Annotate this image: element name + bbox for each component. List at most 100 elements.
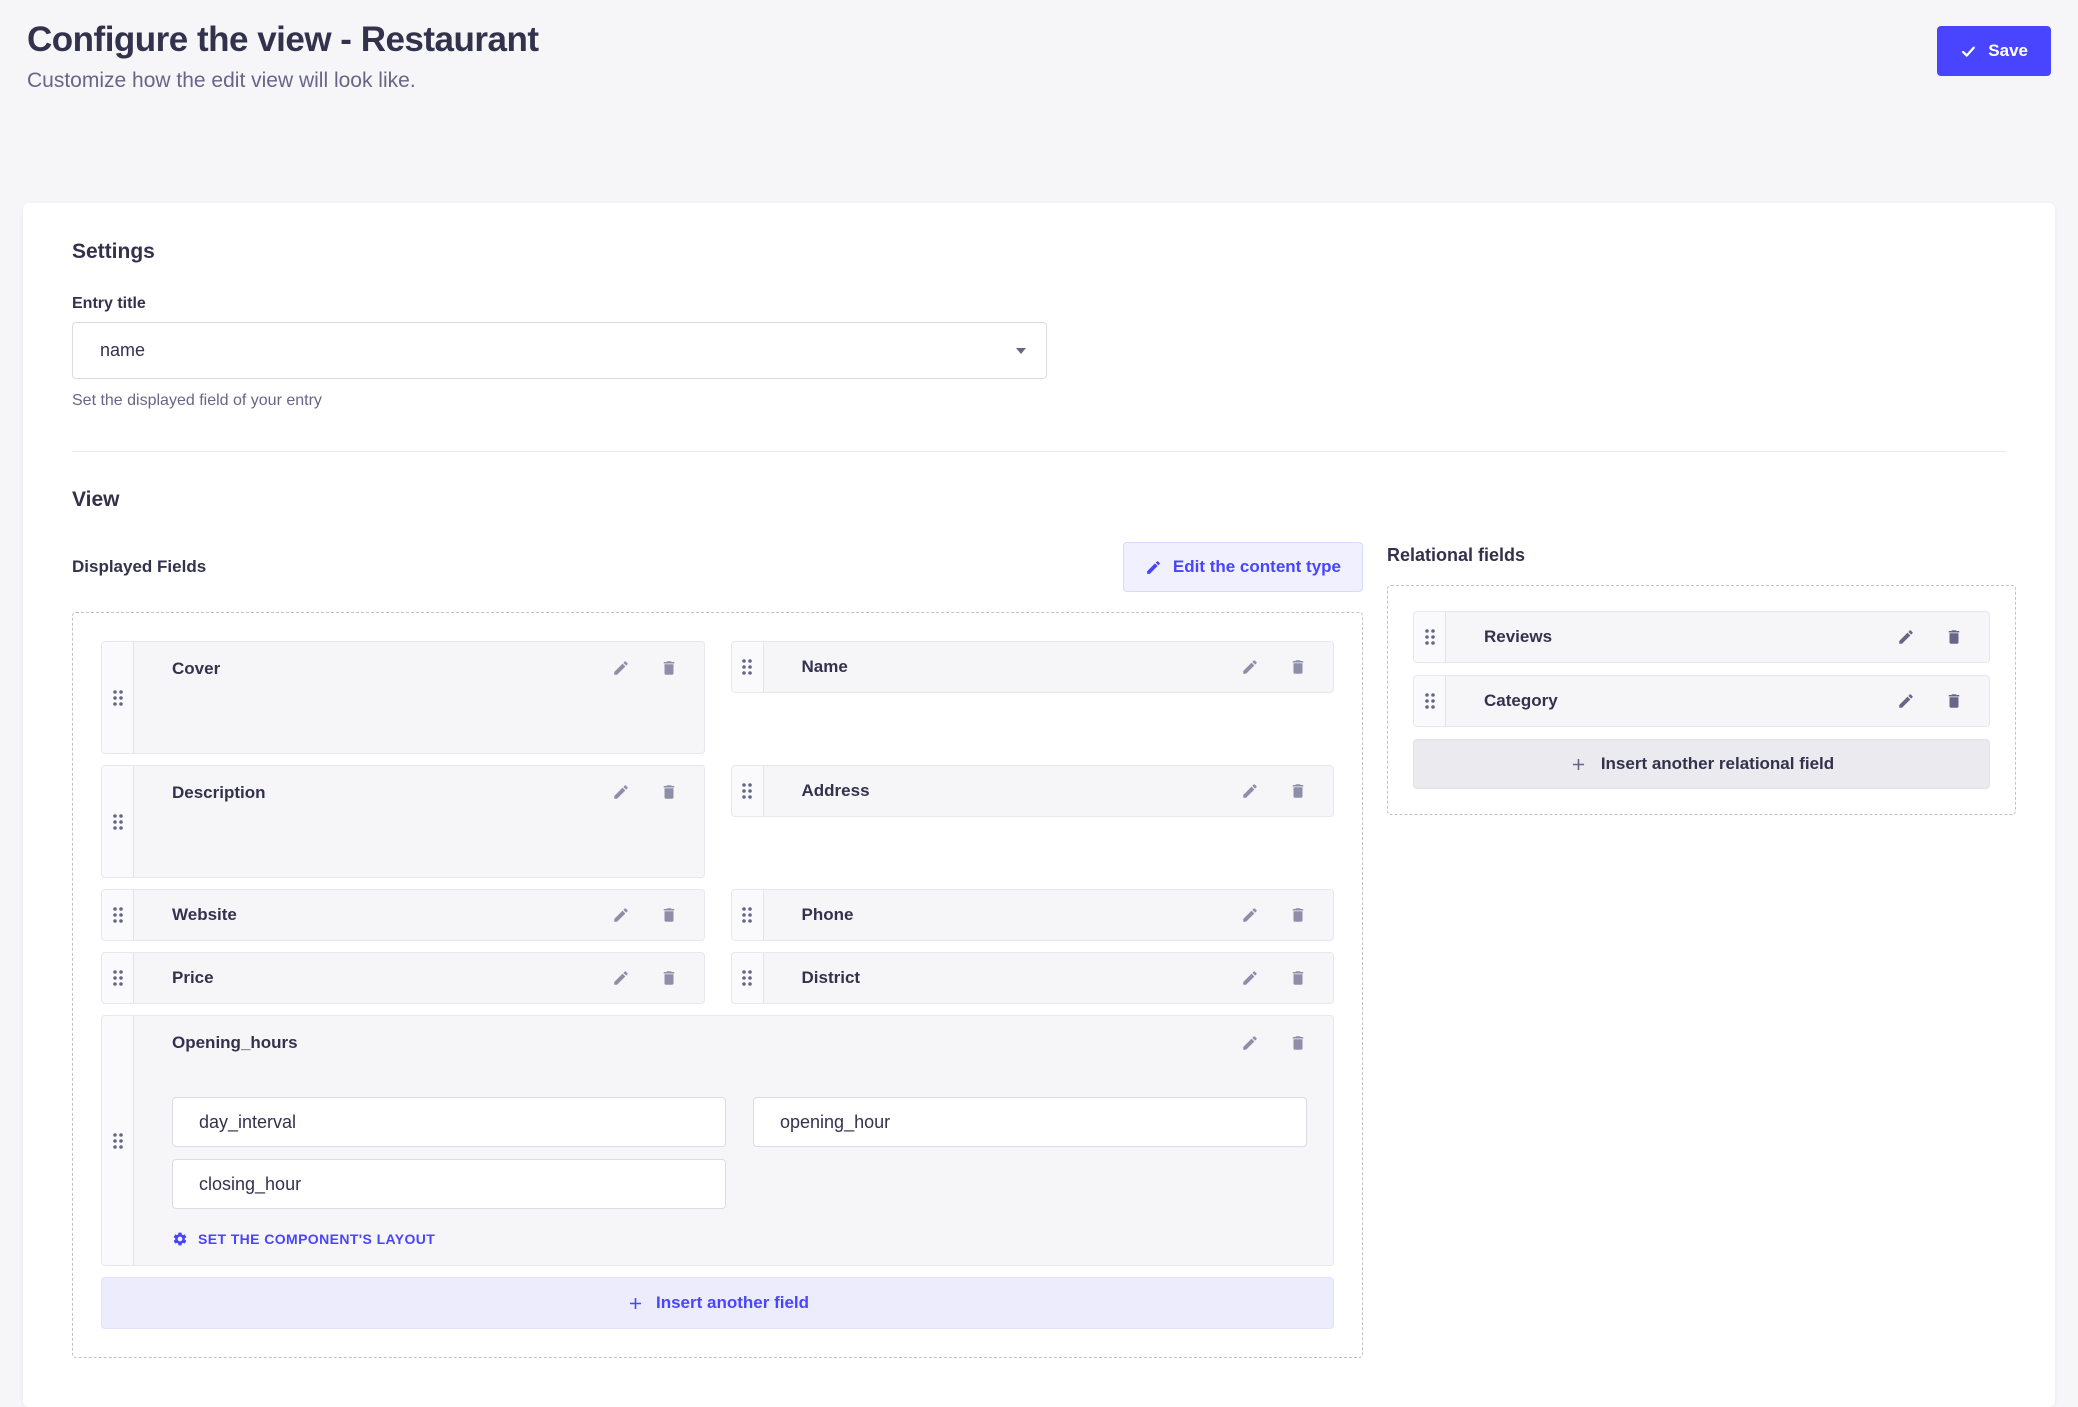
drag-dots-icon xyxy=(111,812,125,832)
view-columns: Displayed Fields Edit the content type xyxy=(72,542,2006,1358)
pencil-icon xyxy=(1241,658,1259,676)
drag-dots-icon xyxy=(1423,691,1437,711)
component-field-closing-hour[interactable]: closing_hour xyxy=(172,1159,726,1209)
drag-handle[interactable] xyxy=(102,890,134,940)
drag-handle[interactable] xyxy=(732,766,764,816)
edit-content-type-label: Edit the content type xyxy=(1173,557,1341,577)
page-title: Configure the view - Restaurant xyxy=(27,20,539,60)
trash-icon xyxy=(1289,658,1307,676)
edit-field-button[interactable] xyxy=(1241,1034,1259,1052)
trash-icon xyxy=(1289,782,1307,800)
field-card-name[interactable]: Name xyxy=(731,641,1335,693)
trash-icon xyxy=(1289,969,1307,987)
field-card-description[interactable]: Description xyxy=(101,765,705,878)
delete-field-button[interactable] xyxy=(1289,906,1307,924)
set-component-layout-label: SET THE COMPONENT'S LAYOUT xyxy=(198,1231,435,1247)
edit-field-button[interactable] xyxy=(1241,906,1259,924)
field-card-phone[interactable]: Phone xyxy=(731,889,1335,941)
delete-field-button[interactable] xyxy=(1945,692,1963,710)
drag-handle[interactable] xyxy=(732,642,764,692)
edit-field-button[interactable] xyxy=(1897,692,1915,710)
drag-handle[interactable] xyxy=(732,953,764,1003)
drag-handle[interactable] xyxy=(102,642,134,753)
delete-field-button[interactable] xyxy=(660,783,678,801)
drag-handle[interactable] xyxy=(1414,676,1446,726)
delete-field-button[interactable] xyxy=(1289,969,1307,987)
pencil-icon xyxy=(1241,782,1259,800)
field-card-price[interactable]: Price xyxy=(101,952,705,1004)
drag-handle[interactable] xyxy=(102,766,134,877)
drag-handle[interactable] xyxy=(102,953,134,1003)
field-label: Description xyxy=(172,783,266,803)
trash-icon xyxy=(660,969,678,987)
relational-card-category[interactable]: Category xyxy=(1413,675,1990,727)
trash-icon xyxy=(1289,906,1307,924)
insert-another-field-button[interactable]: Insert another field xyxy=(101,1277,1334,1329)
edit-field-button[interactable] xyxy=(612,969,630,987)
displayed-fields-column: Displayed Fields Edit the content type xyxy=(72,542,1363,1358)
edit-content-type-button[interactable]: Edit the content type xyxy=(1123,542,1363,592)
plus-icon xyxy=(1569,755,1588,774)
page-subtitle: Customize how the edit view will look li… xyxy=(27,69,539,93)
drag-dots-icon xyxy=(740,905,754,925)
edit-field-button[interactable] xyxy=(1241,969,1259,987)
delete-field-button[interactable] xyxy=(660,659,678,677)
delete-field-button[interactable] xyxy=(660,969,678,987)
drag-handle[interactable] xyxy=(732,890,764,940)
displayed-fields-dropzone: Cover xyxy=(72,612,1363,1358)
drag-handle[interactable] xyxy=(1414,612,1446,662)
edit-field-button[interactable] xyxy=(612,659,630,677)
field-label: Phone xyxy=(802,905,854,925)
pencil-icon xyxy=(1897,692,1915,710)
edit-field-button[interactable] xyxy=(1241,658,1259,676)
drag-dots-icon xyxy=(111,1131,125,1151)
delete-field-button[interactable] xyxy=(1289,658,1307,676)
component-label: Opening_hours xyxy=(172,1033,298,1053)
relational-card-reviews[interactable]: Reviews xyxy=(1413,611,1990,663)
field-row: Website xyxy=(101,889,1334,941)
field-card-website[interactable]: Website xyxy=(101,889,705,941)
relational-fields-dropzone: Reviews Category xyxy=(1387,585,2016,815)
save-button[interactable]: Save xyxy=(1937,26,2051,76)
component-field-opening-hour[interactable]: opening_hour xyxy=(753,1097,1307,1147)
section-divider xyxy=(72,451,2006,452)
settings-heading: Settings xyxy=(72,240,2006,264)
entry-title-select[interactable]: name xyxy=(72,322,1047,379)
entry-title-label: Entry title xyxy=(72,295,2006,313)
view-heading: View xyxy=(72,488,2006,512)
displayed-fields-header: Displayed Fields Edit the content type xyxy=(72,542,1363,592)
trash-icon xyxy=(1289,1034,1307,1052)
gear-icon xyxy=(172,1231,188,1247)
drag-dots-icon xyxy=(111,968,125,988)
plus-icon xyxy=(626,1294,645,1313)
field-card-address[interactable]: Address xyxy=(731,765,1335,817)
component-card-opening-hours[interactable]: Opening_hours day_interval opening_hour … xyxy=(101,1015,1334,1266)
caret-down-icon xyxy=(1016,348,1026,354)
drag-dots-icon xyxy=(740,781,754,801)
insert-another-relational-field-button[interactable]: Insert another relational field xyxy=(1413,739,1990,789)
set-component-layout-button[interactable]: SET THE COMPONENT'S LAYOUT xyxy=(172,1231,435,1247)
delete-field-button[interactable] xyxy=(1289,1034,1307,1052)
component-field-day-interval[interactable]: day_interval xyxy=(172,1097,726,1147)
edit-field-button[interactable] xyxy=(1241,782,1259,800)
pencil-icon xyxy=(612,969,630,987)
configure-view-panel: Settings Entry title name Set the displa… xyxy=(23,203,2055,1407)
edit-field-button[interactable] xyxy=(1897,628,1915,646)
field-label: Cover xyxy=(172,659,220,679)
field-label: Name xyxy=(802,657,848,677)
edit-field-button[interactable] xyxy=(612,906,630,924)
drag-handle[interactable] xyxy=(102,1016,134,1265)
delete-field-button[interactable] xyxy=(1289,782,1307,800)
trash-icon xyxy=(660,783,678,801)
trash-icon xyxy=(1945,692,1963,710)
field-row: Description xyxy=(101,765,1334,878)
entry-title-helper: Set the displayed field of your entry xyxy=(72,392,2006,410)
delete-field-button[interactable] xyxy=(660,906,678,924)
field-card-district[interactable]: District xyxy=(731,952,1335,1004)
edit-field-button[interactable] xyxy=(612,783,630,801)
delete-field-button[interactable] xyxy=(1945,628,1963,646)
field-card-cover[interactable]: Cover xyxy=(101,641,705,754)
relational-fields-column: Relational fields Reviews xyxy=(1387,542,2016,815)
field-row: Cover xyxy=(101,641,1334,754)
drag-dots-icon xyxy=(111,905,125,925)
